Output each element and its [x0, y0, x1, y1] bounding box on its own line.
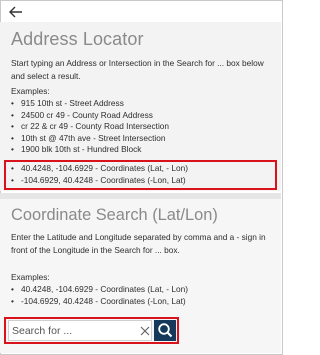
search-input[interactable] [12, 323, 132, 338]
list-item: 1900 blk 10th st - Hundred Block [11, 144, 273, 156]
search-button[interactable] [154, 320, 176, 341]
list-item: 915 10th st - Street Address [11, 98, 273, 110]
address-locator-title: Address Locator [11, 29, 144, 49]
list-item: 40.4248, -104.6929 - Coordinates (Lat, -… [11, 284, 273, 296]
address-locator-intro: Start typing an Address or Intersection … [11, 58, 264, 81]
highlight-box [4, 160, 277, 190]
search-box [8, 320, 152, 341]
coordinate-search-title: Coordinate Search (Lat/Lon) [11, 206, 218, 224]
close-icon[interactable] [139, 324, 151, 338]
list-item: -104.6929, 40.4248 - Coordinates (-Lon, … [11, 296, 273, 308]
examples-label: Examples: [11, 272, 50, 282]
coordinate-examples-list: 40.4248, -104.6929 - Coordinates (Lat, -… [11, 284, 273, 307]
arrow-left-icon[interactable] [9, 6, 23, 18]
coordinate-search-intro: Enter the Latitude and Longitude separat… [11, 232, 266, 255]
examples-label: Examples: [11, 86, 50, 96]
list-item: 24500 cr 49 - County Road Address [11, 110, 273, 122]
search-icon [158, 323, 173, 338]
list-item: cr 22 & cr 49 - County Road Intersection [11, 121, 273, 133]
address-examples-list: 915 10th st - Street Address 24500 cr 49… [11, 98, 273, 156]
list-item: 10th st @ 47th ave - Street Intersection [11, 133, 273, 145]
